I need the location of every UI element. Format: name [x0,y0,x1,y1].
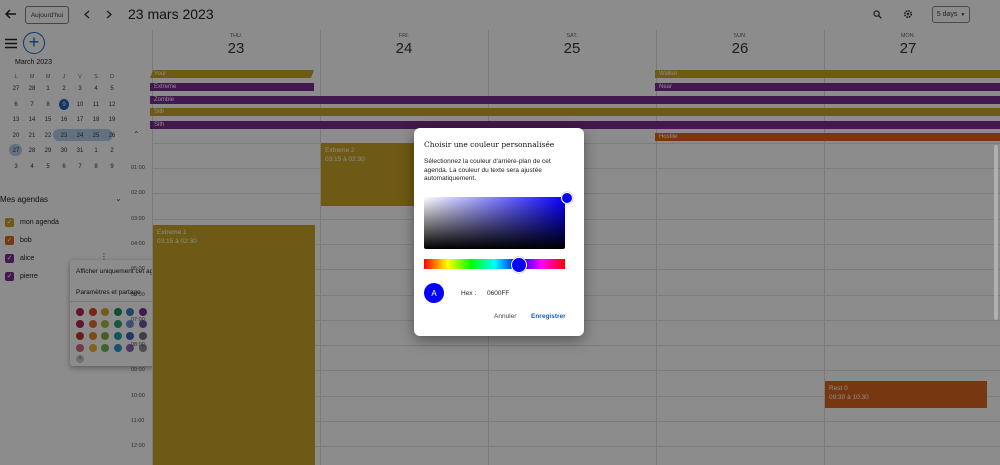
dialog-description: Sélectionnez la couleur d'arrière-plan d… [424,158,551,182]
vertical-scrollbar[interactable] [994,145,998,320]
custom-color-dialog: Choisir une couleur personnalisée Sélect… [414,128,584,336]
hue-slider-handle[interactable] [511,257,527,273]
color-preview: A [424,283,444,303]
hex-label: Hex : [461,290,477,297]
saturation-picker-handle[interactable] [561,192,573,204]
save-button[interactable]: Enregistrer [531,313,566,320]
hex-input[interactable]: 0600FF [487,290,509,297]
hue-slider[interactable] [424,259,565,269]
dialog-title: Choisir une couleur personnalisée [424,140,555,149]
cancel-button[interactable]: Annuler [494,313,516,320]
saturation-value-picker[interactable] [424,197,565,249]
